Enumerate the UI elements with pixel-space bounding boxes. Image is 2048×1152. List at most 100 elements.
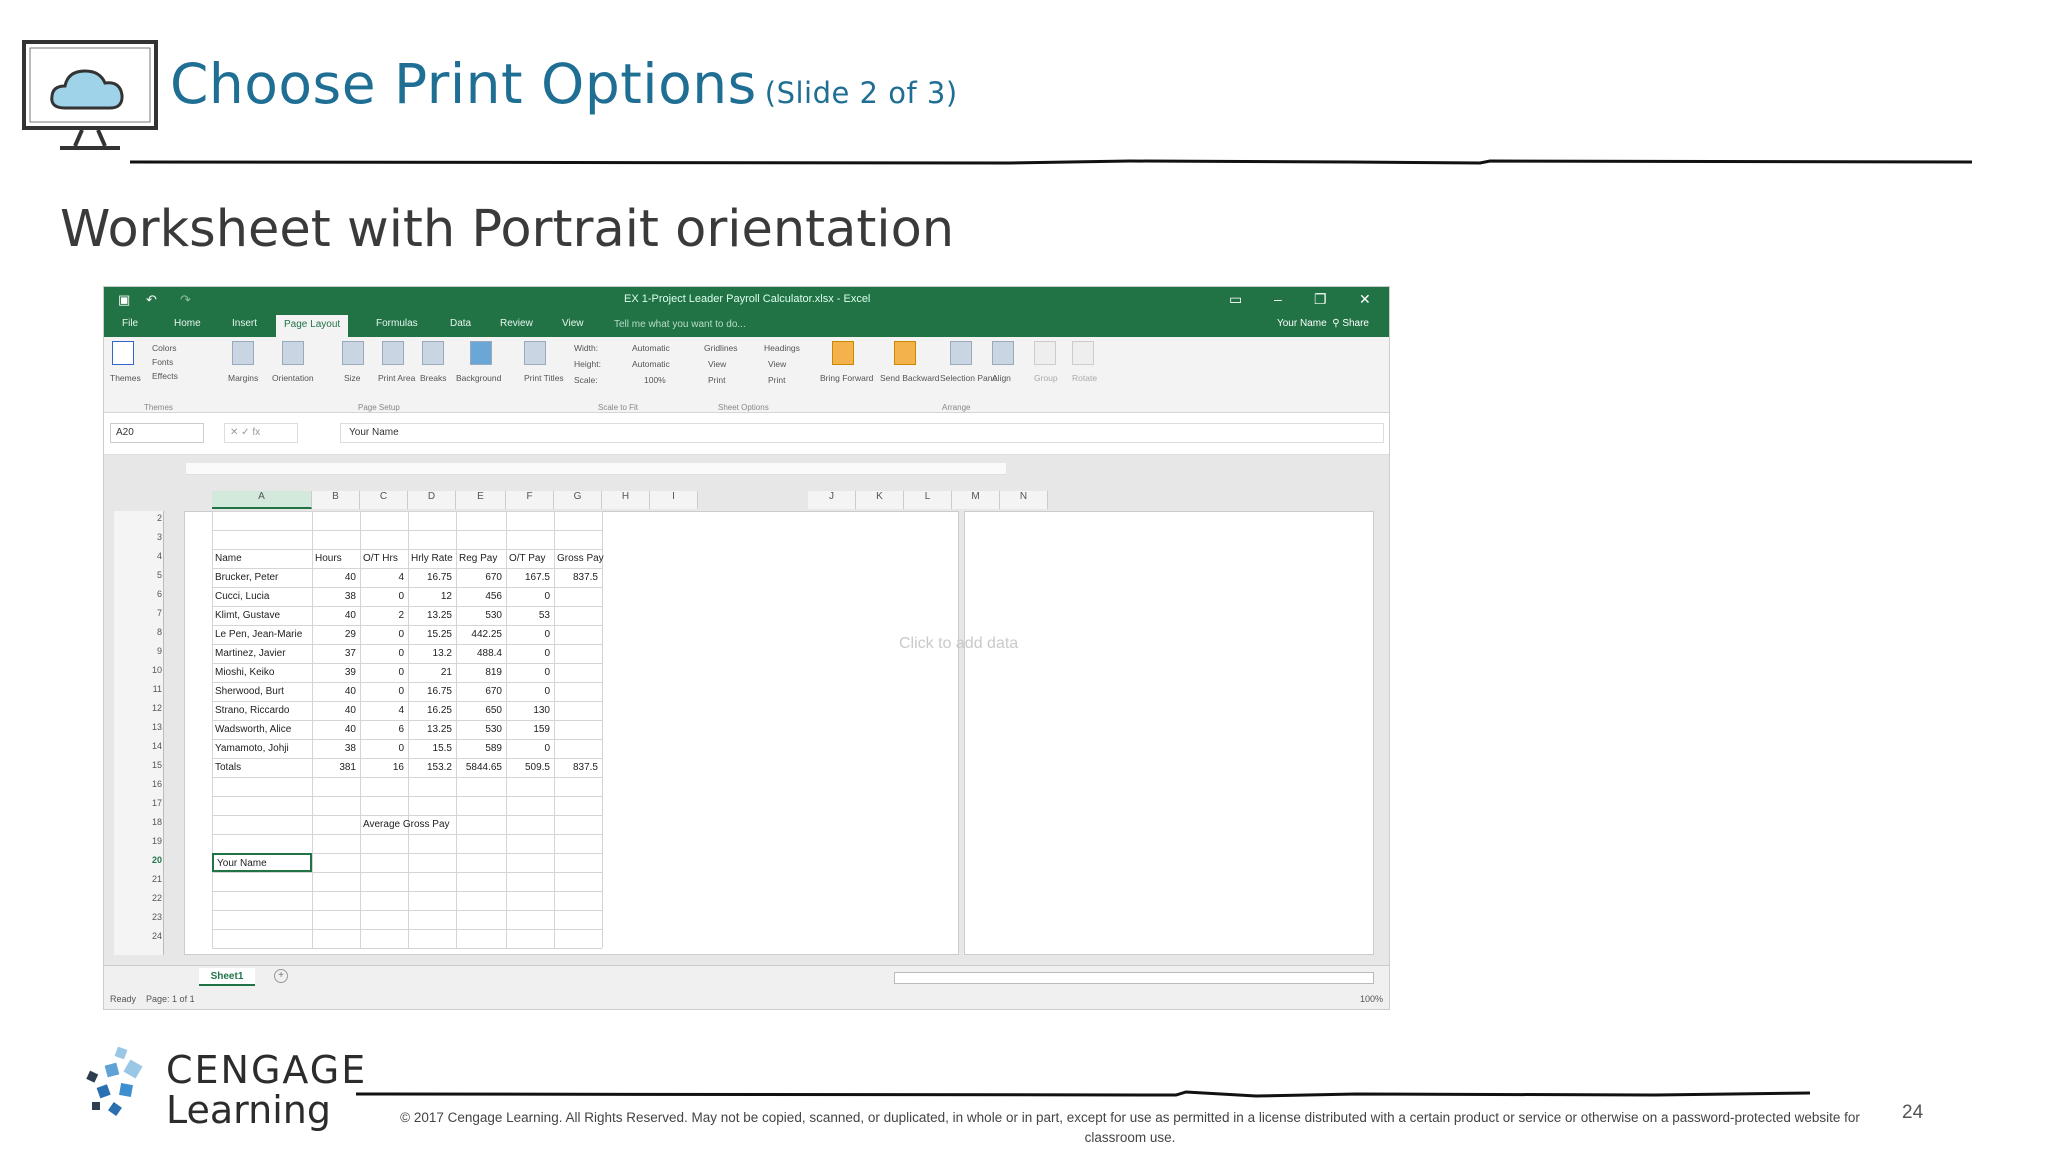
row-number-18[interactable]: 18 [114,817,162,827]
breaks-button[interactable]: Breaks [420,341,446,383]
column-header-f[interactable]: F [506,491,554,509]
tab-review[interactable]: Review [500,318,533,329]
cell[interactable]: 837.5 [554,762,598,773]
cell[interactable]: 13.25 [408,724,452,735]
name-box[interactable]: A20 [110,423,204,443]
column-header-e[interactable]: E [456,491,506,509]
size-button[interactable]: Size [342,341,364,383]
row-number-16[interactable]: 16 [114,779,162,789]
ribbon-display-icon[interactable]: ▭ [1229,291,1242,308]
scale-input[interactable]: 100% [644,375,666,385]
align-button[interactable]: Align [992,341,1014,383]
headings-print-checkbox[interactable]: Print [768,375,785,385]
row-number-7[interactable]: 7 [114,608,162,618]
cell[interactable]: 12 [408,591,452,602]
cell[interactable]: Martinez, Javier [215,648,286,659]
cell[interactable]: 0 [360,629,404,640]
cell[interactable]: O/T Hrs [363,553,398,564]
cell[interactable]: 40 [312,705,356,716]
cell[interactable]: Reg Pay [459,553,497,564]
horizontal-scrollbar[interactable] [894,972,1374,984]
tab-file[interactable]: File [122,318,138,329]
column-header-m[interactable]: M [952,491,1000,509]
cell[interactable]: 13.25 [408,610,452,621]
restore-icon[interactable]: ❐ [1314,291,1327,308]
selected-cell-a20[interactable]: Your Name [212,853,312,872]
column-header-a[interactable]: A [212,491,312,509]
column-header-n[interactable]: N [1000,491,1048,509]
height-select[interactable]: Automatic [632,359,670,369]
cell[interactable]: 16.75 [408,686,452,697]
cell[interactable]: Le Pen, Jean-Marie [215,629,302,640]
column-header-i[interactable]: I [650,491,698,509]
tab-view[interactable]: View [562,318,584,329]
cell[interactable]: 509.5 [506,762,550,773]
cell[interactable]: 4 [360,572,404,583]
cell[interactable]: 4 [360,705,404,716]
cell[interactable]: 819 [456,667,502,678]
row-number-11[interactable]: 11 [114,684,162,694]
row-number-19[interactable]: 19 [114,836,162,846]
cell[interactable]: 21 [408,667,452,678]
column-header-j[interactable]: J [808,491,856,509]
row-number-2[interactable]: 2 [114,513,162,523]
cell[interactable]: 0 [506,743,550,754]
undo-icon[interactable]: ↶ [146,292,157,308]
cell[interactable]: 837.5 [554,572,598,583]
cell[interactable]: Average Gross Pay [363,819,450,830]
save-icon[interactable]: ▣ [118,292,130,308]
column-header-k[interactable]: K [856,491,904,509]
orientation-button[interactable]: Orientation [272,341,314,383]
cell[interactable]: 38 [312,743,356,754]
cell[interactable]: 15.25 [408,629,452,640]
tab-data[interactable]: Data [450,318,471,329]
cell[interactable]: Wadsworth, Alice [215,724,291,735]
row-number-21[interactable]: 21 [114,874,162,884]
tab-insert[interactable]: Insert [232,318,257,329]
cell[interactable]: 589 [456,743,502,754]
width-select[interactable]: Automatic [632,343,670,353]
row-number-12[interactable]: 12 [114,703,162,713]
cell[interactable]: Brucker, Peter [215,572,278,583]
headings-view-checkbox[interactable]: View [768,359,786,369]
cell[interactable]: 37 [312,648,356,659]
cell[interactable]: 442.25 [456,629,502,640]
cell[interactable]: 0 [360,591,404,602]
cell[interactable]: 153.2 [408,762,452,773]
cell[interactable]: 130 [506,705,550,716]
cell[interactable]: 456 [456,591,502,602]
cell[interactable]: 0 [506,686,550,697]
cell[interactable]: 39 [312,667,356,678]
row-number-13[interactable]: 13 [114,722,162,732]
row-number-6[interactable]: 6 [114,589,162,599]
column-header-h[interactable]: H [602,491,650,509]
cell[interactable]: Hours [315,553,342,564]
cell[interactable]: 53 [506,610,550,621]
row-number-3[interactable]: 3 [114,532,162,542]
cell[interactable]: 650 [456,705,502,716]
row-number-22[interactable]: 22 [114,893,162,903]
cell[interactable]: 159 [506,724,550,735]
column-header-d[interactable]: D [408,491,456,509]
bring-forward-button[interactable]: Bring Forward [820,341,873,383]
cell[interactable]: 40 [312,686,356,697]
cell[interactable]: Mioshi, Keiko [215,667,274,678]
rotate-button[interactable]: Rotate [1072,341,1097,383]
cell[interactable]: Gross Pay [557,553,604,564]
cell[interactable]: 6 [360,724,404,735]
page-2[interactable] [964,511,1374,955]
cell[interactable]: 0 [360,667,404,678]
cell[interactable]: 0 [360,686,404,697]
column-header-l[interactable]: L [904,491,952,509]
user-share[interactable]: Your Name ⚲ Share [1277,318,1369,329]
cell[interactable]: 670 [456,572,502,583]
colors-button[interactable]: Colors [152,343,177,353]
cell[interactable]: 15.5 [408,743,452,754]
close-icon[interactable]: ✕ [1359,291,1371,308]
cell[interactable]: Sherwood, Burt [215,686,284,697]
cell[interactable]: 167.5 [506,572,550,583]
cell[interactable]: 40 [312,724,356,735]
column-header-c[interactable]: C [360,491,408,509]
cell[interactable]: 40 [312,610,356,621]
cell[interactable]: 0 [360,743,404,754]
